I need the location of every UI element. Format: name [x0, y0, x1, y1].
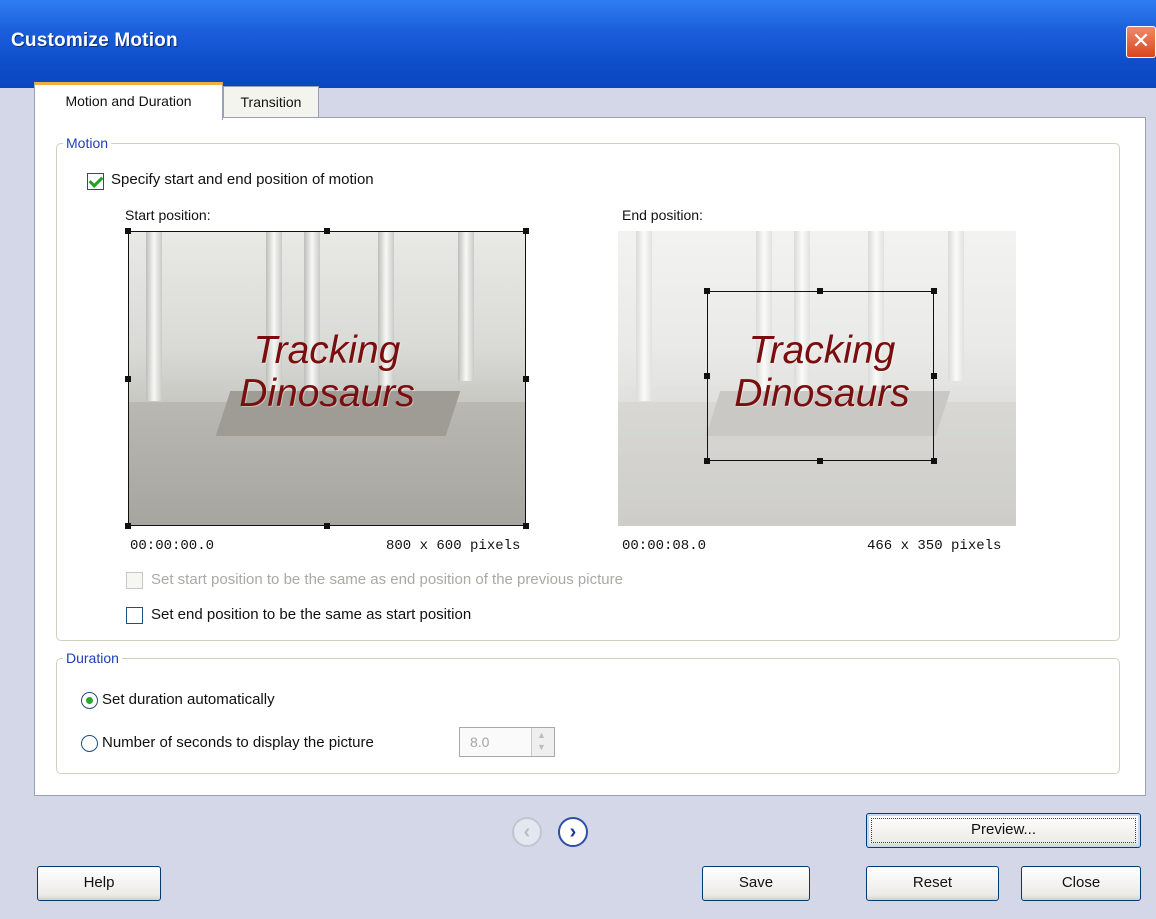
duration-group-legend: Duration — [66, 650, 119, 666]
resize-handle[interactable] — [931, 458, 937, 464]
resize-handle[interactable] — [125, 376, 131, 382]
seconds-value[interactable]: 8.0 — [470, 734, 489, 750]
same-as-previous-label: Set start position to be the same as end… — [151, 571, 623, 588]
resize-handle[interactable] — [931, 288, 937, 294]
tab-transition[interactable]: Transition — [223, 86, 319, 118]
resize-handle[interactable] — [324, 228, 330, 234]
seconds-duration-radio[interactable] — [81, 735, 98, 752]
specify-motion-label[interactable]: Specify start and end position of motion — [111, 171, 374, 188]
customize-motion-dialog: Customize Motion ✕ Motion and Duration T… — [0, 0, 1156, 919]
end-same-as-start-label[interactable]: Set end position to be the same as start… — [151, 606, 471, 623]
close-button[interactable]: Close — [1021, 866, 1141, 901]
specify-motion-checkbox[interactable] — [87, 173, 104, 190]
tab-motion-and-duration[interactable]: Motion and Duration — [34, 82, 223, 120]
same-as-previous-checkbox[interactable] — [126, 572, 143, 589]
start-size: 800 x 600 pixels — [386, 538, 521, 554]
reset-button[interactable]: Reset — [866, 866, 999, 901]
resize-handle[interactable] — [704, 458, 710, 464]
resize-handle[interactable] — [704, 288, 710, 294]
resize-handle[interactable] — [817, 458, 823, 464]
chevron-left-icon[interactable]: ‹ — [512, 817, 542, 847]
end-size: 466 x 350 pixels — [867, 538, 1002, 554]
auto-duration-label[interactable]: Set duration automatically — [102, 691, 275, 708]
resize-handle[interactable] — [931, 373, 937, 379]
close-icon[interactable]: ✕ — [1126, 26, 1156, 58]
auto-duration-radio[interactable] — [81, 692, 98, 709]
save-button[interactable]: Save — [702, 866, 810, 901]
motion-group-legend: Motion — [66, 135, 109, 151]
seconds-duration-label[interactable]: Number of seconds to display the picture — [102, 734, 374, 751]
resize-handle[interactable] — [324, 523, 330, 529]
resize-handle[interactable] — [125, 523, 131, 529]
title-bar: Customize Motion ✕ — [0, 0, 1156, 88]
resize-handle[interactable] — [817, 288, 823, 294]
spin-up-icon[interactable]: ▲ — [537, 731, 546, 740]
help-button[interactable]: Help — [37, 866, 161, 901]
start-position-label: Start position: — [125, 207, 211, 223]
start-time: 00:00:00.0 — [130, 538, 215, 554]
end-selection-frame[interactable] — [707, 291, 934, 461]
resize-handle[interactable] — [523, 523, 529, 529]
focus-ring — [871, 818, 1136, 843]
end-position-label: End position: — [622, 207, 703, 223]
start-selection-frame[interactable] — [128, 231, 526, 526]
resize-handle[interactable] — [523, 376, 529, 382]
seconds-stepper[interactable]: 8.0 ▲ ▼ — [459, 727, 555, 757]
resize-handle[interactable] — [125, 228, 131, 234]
end-time: 00:00:08.0 — [622, 538, 707, 554]
duration-group: Duration — [56, 650, 1120, 774]
end-same-as-start-checkbox[interactable] — [126, 607, 143, 624]
preview-button[interactable]: Preview... — [866, 813, 1141, 848]
resize-handle[interactable] — [523, 228, 529, 234]
resize-handle[interactable] — [704, 373, 710, 379]
spin-down-icon[interactable]: ▼ — [537, 743, 546, 752]
window-title: Customize Motion — [11, 30, 178, 51]
tab-panel-motion-and-duration: Motion Specify start and end position of… — [34, 117, 1146, 796]
stepper-arrows[interactable]: ▲ ▼ — [531, 728, 554, 756]
chevron-right-icon[interactable]: › — [558, 817, 588, 847]
